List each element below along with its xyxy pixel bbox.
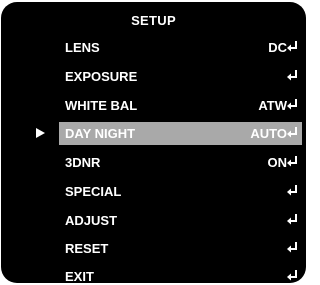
menu-item-exposure[interactable]: EXPOSURE bbox=[1, 65, 306, 88]
menu-item-day-night[interactable]: DAY NIGHT AUTO bbox=[1, 122, 306, 145]
menu-item-label: EXIT bbox=[65, 269, 94, 283]
enter-return-icon bbox=[287, 99, 297, 110]
menu-item-special[interactable]: SPECIAL bbox=[1, 180, 306, 203]
enter-return-icon bbox=[287, 70, 297, 81]
menu-item-label: RESET bbox=[65, 241, 109, 256]
menu-item-value: AUTO bbox=[250, 126, 287, 141]
enter-return-icon bbox=[287, 185, 297, 196]
menu-item-label: ADJUST bbox=[65, 213, 118, 228]
menu-item-value: DC bbox=[268, 40, 287, 55]
menu-item-label: DAY NIGHT bbox=[65, 126, 136, 141]
menu-item-white-bal[interactable]: WHITE BAL ATW bbox=[1, 94, 306, 117]
enter-return-icon bbox=[287, 41, 297, 52]
triangle-right-icon bbox=[36, 128, 45, 138]
enter-return-icon bbox=[287, 127, 297, 138]
menu-item-lens[interactable]: LENS DC bbox=[1, 36, 306, 59]
menu-item-adjust[interactable]: ADJUST bbox=[1, 209, 306, 232]
menu-item-label: WHITE BAL bbox=[65, 98, 138, 113]
enter-return-icon bbox=[287, 156, 297, 167]
menu-item-exit[interactable]: EXIT bbox=[1, 265, 306, 283]
enter-return-icon bbox=[287, 214, 297, 225]
menu-item-label: 3DNR bbox=[65, 155, 101, 170]
enter-return-icon bbox=[287, 270, 297, 281]
menu-item-value: ATW bbox=[258, 98, 287, 113]
menu-title: SETUP bbox=[131, 13, 176, 28]
enter-return-icon bbox=[287, 242, 297, 253]
menu-item-value: ON bbox=[267, 155, 288, 170]
menu-item-label: SPECIAL bbox=[65, 184, 122, 199]
menu-item-label: EXPOSURE bbox=[65, 69, 138, 84]
menu-item-label: LENS bbox=[65, 40, 100, 55]
osd-setup-menu: SETUP LENS DC EXPOSURE WHITE BAL ATW DAY… bbox=[1, 2, 306, 283]
menu-item-3dnr[interactable]: 3DNR ON bbox=[1, 151, 306, 174]
menu-item-reset[interactable]: RESET bbox=[1, 237, 306, 260]
